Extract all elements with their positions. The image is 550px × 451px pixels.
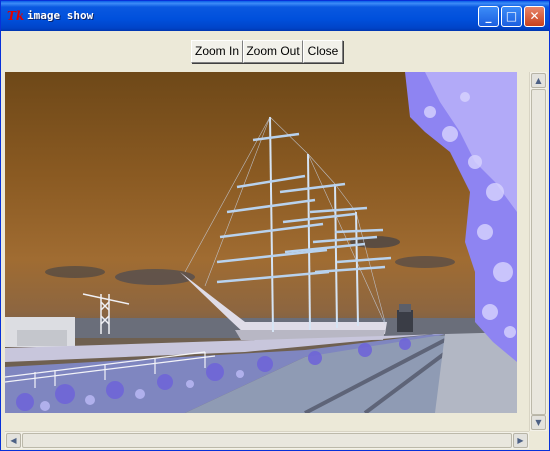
vertical-scroll-thumb[interactable]	[531, 89, 546, 415]
horizontal-scrollbar[interactable]: ◀ ▶	[5, 431, 529, 449]
title-bar[interactable]: Tk image show _ □ ✕	[1, 1, 549, 31]
scroll-up-arrow[interactable]: ▲	[531, 73, 546, 88]
scroll-left-arrow[interactable]: ◀	[6, 433, 21, 448]
zoom-in-button[interactable]: Zoom In	[191, 40, 243, 63]
maximize-button[interactable]: □	[501, 6, 522, 27]
close-window-button[interactable]: ✕	[524, 6, 545, 27]
close-button[interactable]: Close	[303, 40, 343, 63]
ship-photo	[5, 72, 517, 413]
image-canvas[interactable]	[5, 72, 517, 413]
vertical-scrollbar[interactable]: ▲ ▼	[529, 72, 547, 431]
scrollbar-corner	[529, 431, 547, 448]
horizontal-scroll-thumb[interactable]	[22, 433, 512, 448]
minimize-button[interactable]: _	[478, 6, 499, 27]
scroll-right-arrow[interactable]: ▶	[513, 433, 528, 448]
toolbar: Zoom In Zoom Out Close	[5, 32, 547, 70]
tk-app-icon: Tk	[7, 9, 25, 23]
scroll-down-arrow[interactable]: ▼	[531, 415, 546, 430]
zoom-out-button[interactable]: Zoom Out	[243, 40, 303, 63]
app-window: Tk image show _ □ ✕ Zoom In Zoom Out Clo…	[0, 0, 550, 451]
window-title: image show	[27, 9, 94, 22]
